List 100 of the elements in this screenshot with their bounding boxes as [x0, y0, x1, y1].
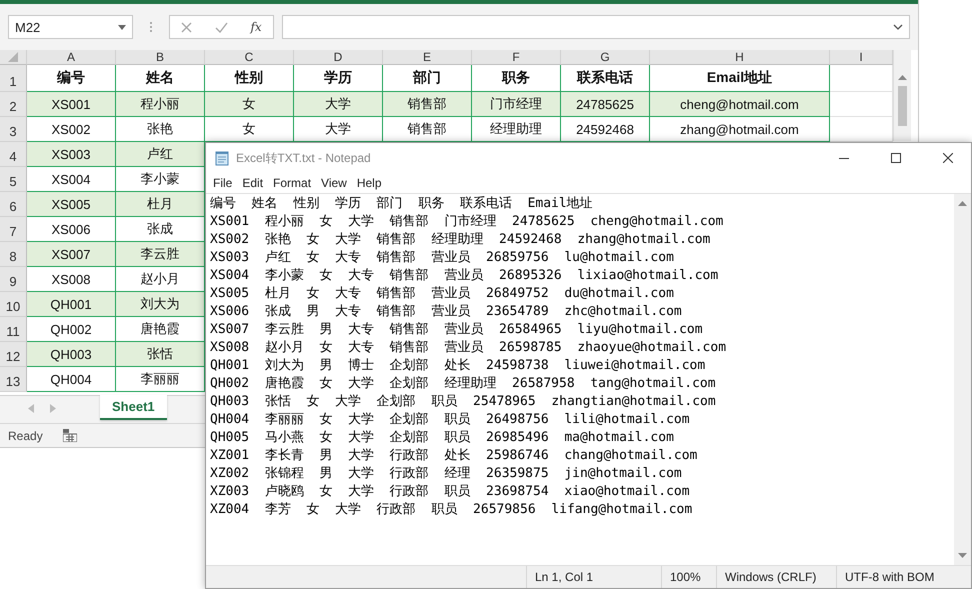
column-title: 学历 [294, 65, 383, 92]
table-cell: 刘大为 [116, 292, 205, 317]
status-text: UTF-8 with BOM [836, 566, 969, 588]
table-cell: 24785625 [561, 92, 650, 117]
vertical-scrollbar[interactable] [893, 50, 911, 141]
column-header[interactable]: F [472, 50, 561, 65]
text-line: XS006 张成 男 大专 销售部 营业员 23654789 zhc@hotmail.com [210, 303, 683, 321]
table-cell: 销售部 [383, 117, 472, 142]
dropdown-icon[interactable] [118, 24, 126, 30]
text-line: XZ001 李长青 男 大学 行政部 处长 25986746 chang@hotmail.com [210, 447, 698, 465]
menu-item[interactable]: Format [268, 173, 316, 193]
column-header[interactable]: H [650, 50, 830, 65]
table-cell: 程小丽 [116, 92, 205, 117]
column-title: 性别 [205, 65, 294, 92]
column-header[interactable]: G [561, 50, 650, 65]
text-line: QH002 唐艳霞 女 大学 企划部 经理助理 26587958 tang@hotmail.com [210, 375, 717, 393]
check-icon[interactable] [214, 22, 228, 32]
menu-item[interactable]: Edit [237, 173, 268, 193]
row-header[interactable]: 2 [0, 92, 27, 117]
table-cell: 24592468 [561, 117, 650, 142]
row-header[interactable]: 4 [0, 142, 27, 167]
more-icon [149, 20, 153, 34]
row-header[interactable]: 10 [0, 292, 27, 317]
text-line: XS001 程小丽 女 大学 销售部 门市经理 24785625 cheng@hotmail.com [210, 213, 724, 231]
row-header[interactable]: 9 [0, 267, 27, 292]
column-header[interactable]: A [27, 50, 116, 65]
row-header[interactable]: 12 [0, 342, 27, 367]
sheet-tab[interactable]: Sheet1 [100, 395, 167, 420]
menu-item[interactable]: View [316, 173, 352, 193]
table-cell: QH003 [27, 342, 116, 367]
table-cell: 李丽丽 [116, 367, 205, 392]
row-header[interactable]: 11 [0, 317, 27, 342]
table-cell: XS003 [27, 142, 116, 167]
table-cell: 大学 [294, 92, 383, 117]
row-header[interactable]: 7 [0, 217, 27, 242]
column-header[interactable]: E [383, 50, 472, 65]
formula-field[interactable] [282, 15, 910, 39]
text-line: XS004 李小蒙 女 大专 销售部 营业员 26895326 lixiao@hotmail.com [210, 267, 720, 285]
table-cell: 李云胜 [116, 242, 205, 267]
column-title: 编号 [27, 65, 116, 92]
cancel-icon[interactable] [181, 22, 192, 32]
scroll-up-icon[interactable] [898, 74, 907, 80]
macro-record-icon[interactable] [62, 429, 77, 442]
notepad-icon [214, 150, 230, 166]
close-icon [943, 153, 953, 163]
text-line: XS003 卢红 女 大专 销售部 营业员 26859756 lu@hotmail.com [210, 249, 675, 267]
text-line: 编号 姓名 性别 学历 部门 职务 联系电话 Email地址 [210, 195, 594, 213]
row-header[interactable]: 1 [0, 65, 27, 92]
previous-sheet-icon[interactable] [28, 404, 34, 413]
insert-function-button[interactable]: fx [250, 20, 262, 34]
table-cell: zhang@hotmail.com [650, 117, 830, 142]
text-line: XZ003 卢晓鸥 女 大学 行政部 职员 23698754 xiao@hotmail.com [210, 483, 691, 501]
scroll-thumb[interactable] [898, 86, 907, 126]
table-cell: 杜月 [116, 192, 205, 217]
column-title: 姓名 [116, 65, 205, 92]
column-header[interactable]: I [830, 50, 893, 65]
select-all-corner[interactable] [0, 50, 27, 65]
name-box[interactable]: M22 [8, 15, 133, 39]
row-header[interactable]: 8 [0, 242, 27, 267]
status-text: Ready [8, 428, 43, 442]
column-header[interactable]: D [294, 50, 383, 65]
table-cell: XS008 [27, 267, 116, 292]
table-cell: 张恬 [116, 342, 205, 367]
text-line: QH004 李丽丽 女 大学 企划部 职员 26498756 lili@hotmail.com [210, 411, 691, 429]
table-cell: QH002 [27, 317, 116, 342]
scroll-up-icon[interactable] [958, 200, 967, 206]
table-cell: 张艳 [116, 117, 205, 142]
text-line: XS008 赵小月 女 大专 销售部 营业员 26598785 zhaoyue@hotmail.com [210, 339, 728, 357]
scroll-down-icon[interactable] [958, 553, 967, 559]
table-cell: XS006 [27, 217, 116, 242]
row-header[interactable]: 6 [0, 192, 27, 217]
table-cell: 经理助理 [472, 117, 561, 142]
column-title: 职务 [472, 65, 561, 92]
table-cell: XS005 [27, 192, 116, 217]
column-header[interactable]: B [116, 50, 205, 65]
column-title: 部门 [383, 65, 472, 92]
menu-item[interactable]: Help [352, 173, 387, 193]
table-cell: XS002 [27, 117, 116, 142]
table-cell: XS004 [27, 167, 116, 192]
table-cell: 唐艳霞 [116, 317, 205, 342]
table-cell: QH004 [27, 367, 116, 392]
expand-icon[interactable] [893, 24, 903, 30]
table-cell: 赵小月 [116, 267, 205, 292]
text-line: XS005 杜月 女 大专 销售部 营业员 26849752 du@hotmail.com [210, 285, 675, 303]
text-line: XZ004 李芳 女 大学 行政部 职员 26579856 lifang@hotmail.com [210, 501, 694, 519]
text-line: XZ002 张锦程 男 大学 行政部 经理 26359875 jin@hotmail.com [210, 465, 683, 483]
table-cell: 女 [205, 92, 294, 117]
table-cell: QH001 [27, 292, 116, 317]
vertical-scrollbar[interactable] [954, 194, 971, 565]
column-title: Email地址 [650, 65, 830, 92]
table-cell: 大学 [294, 117, 383, 142]
menu-item[interactable]: File [208, 173, 238, 193]
row-header[interactable]: 5 [0, 167, 27, 192]
next-sheet-icon[interactable] [50, 404, 56, 413]
column-header[interactable]: C [205, 50, 294, 65]
row-header[interactable]: 3 [0, 117, 27, 142]
row-header[interactable]: 13 [0, 367, 27, 392]
table-cell: 卢红 [116, 142, 205, 167]
table-cell: 李小蒙 [116, 167, 205, 192]
text-line: XS007 李云胜 男 大专 销售部 营业员 26584965 liyu@hotmail.com [210, 321, 704, 339]
